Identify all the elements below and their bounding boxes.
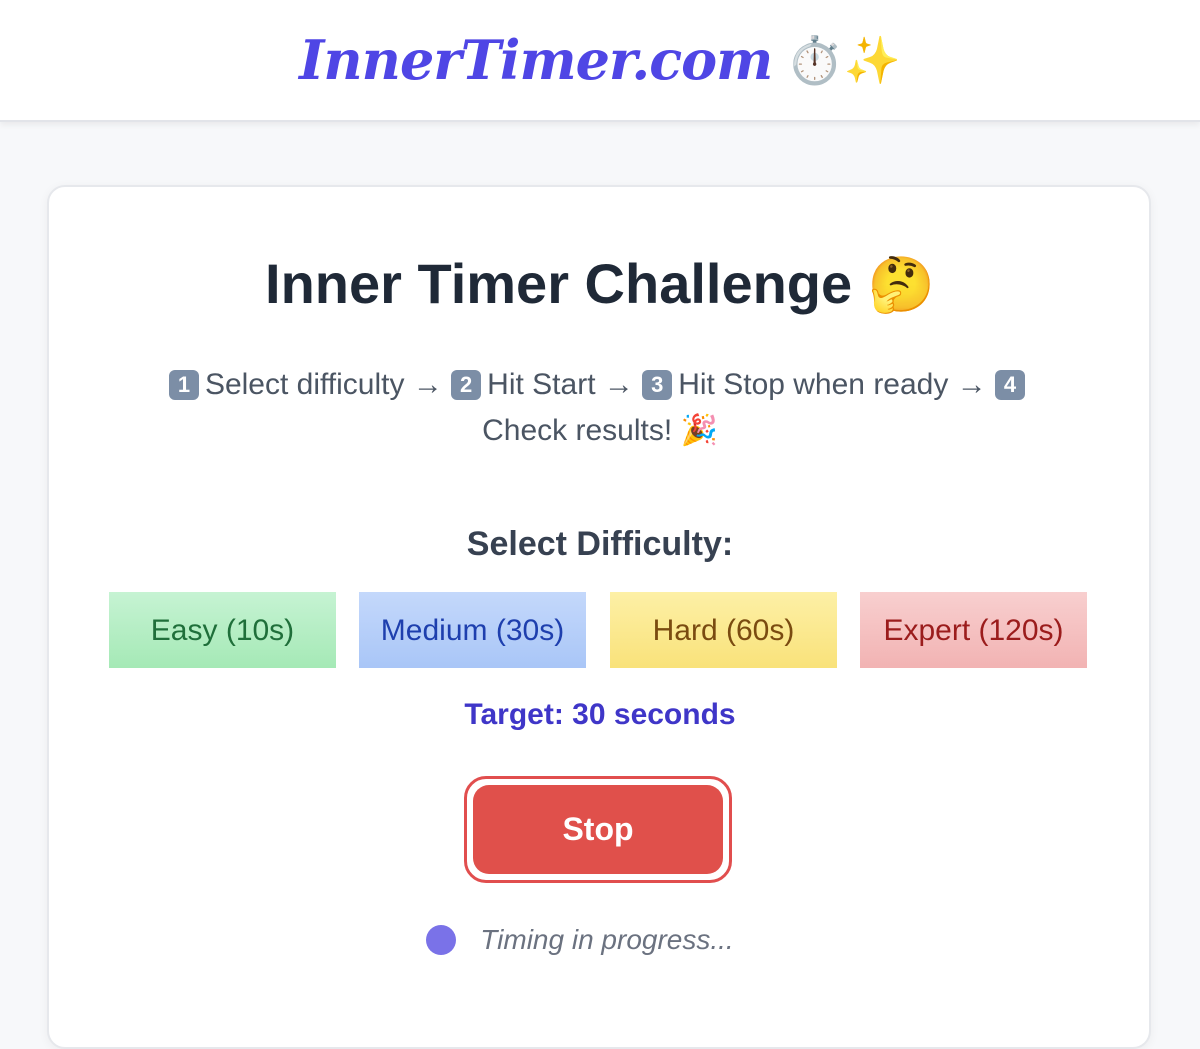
header-bar: InnerTimer.com ⏱️✨: [0, 0, 1200, 122]
site-logo[interactable]: InnerTimer.com ⏱️✨: [299, 28, 901, 92]
stopwatch-sparkles-icon: ⏱️✨: [786, 34, 901, 86]
instruction-step-1: Select difficulty →: [204, 368, 443, 401]
keycap-1-icon: 1: [168, 370, 199, 400]
difficulty-medium-button[interactable]: Medium (30s): [359, 592, 586, 668]
difficulty-easy-button[interactable]: Easy (10s): [109, 592, 336, 668]
difficulty-label: Select Difficulty:: [466, 525, 734, 563]
page-title: Inner Timer Challenge 🤔: [0, 248, 1200, 321]
keycap-2-icon: 2: [451, 370, 482, 400]
stop-button-focus-ring: Stop: [464, 776, 732, 883]
instruction-step-4: Check results! 🎉: [482, 414, 718, 447]
stop-button[interactable]: Stop: [473, 785, 723, 874]
page-title-text: Inner Timer Challenge: [265, 252, 853, 315]
difficulty-expert-button[interactable]: Expert (120s): [860, 592, 1087, 668]
keycap-3-icon: 3: [642, 370, 673, 400]
instruction-step-2: Hit Start →: [487, 368, 634, 401]
status-dot-icon: [426, 925, 457, 955]
logo-text: InnerTimer.com: [299, 28, 773, 92]
timing-status: Timing in progress...: [0, 924, 1200, 956]
instruction-step-3: Hit Stop when ready →: [678, 368, 987, 401]
difficulty-hard-button[interactable]: Hard (60s): [610, 592, 837, 668]
target-time: Target: 30 seconds: [464, 698, 736, 731]
keycap-4-icon: 4: [995, 370, 1026, 400]
instructions: 1 Select difficulty → 2 Hit Start → 3 Hit S…: [120, 362, 1080, 454]
status-text: Timing in progress...: [480, 924, 734, 955]
thinking-face-icon: 🤔: [867, 255, 935, 315]
